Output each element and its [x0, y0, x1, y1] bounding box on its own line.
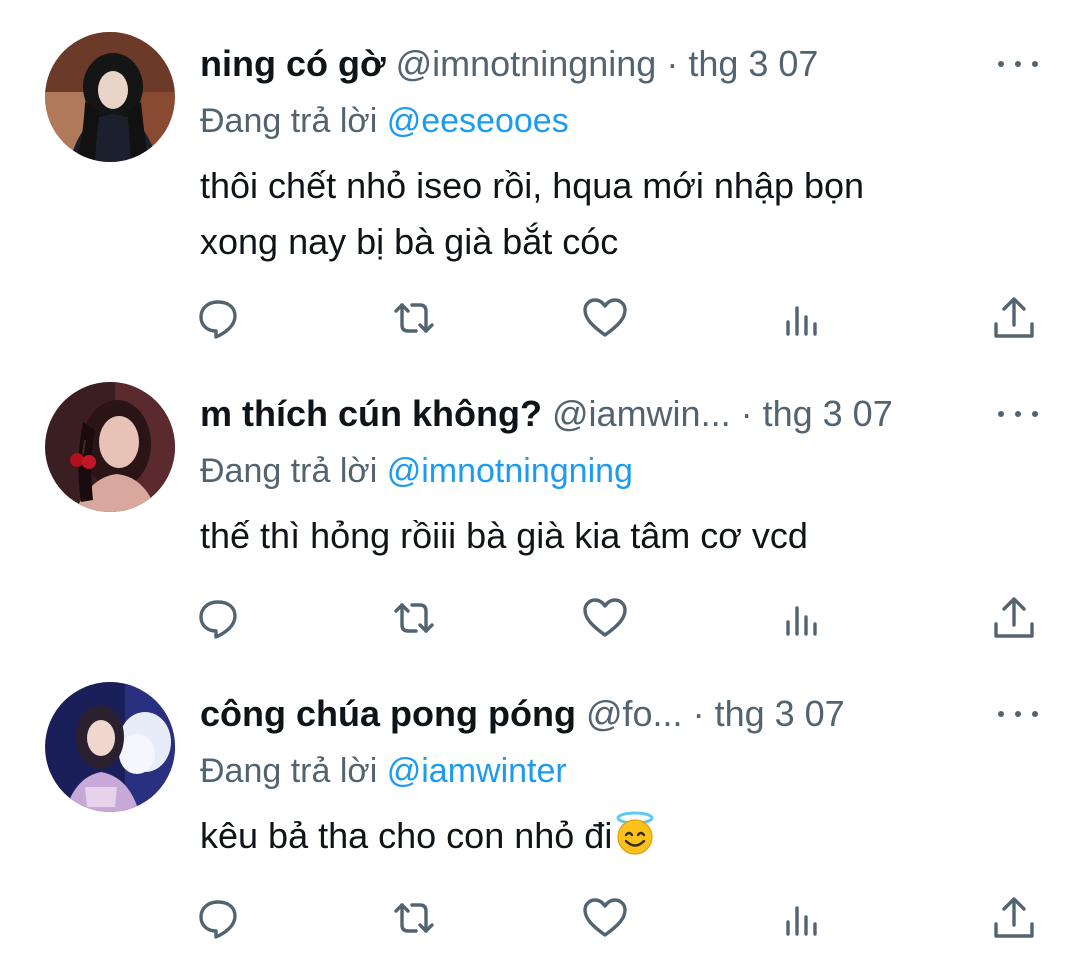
tweet-1[interactable]: ning có gờ @imnotningning · thg 3 07 Đan… [0, 0, 1080, 339]
retweet-icon[interactable] [390, 294, 438, 342]
action-bar [0, 0, 1080, 339]
tweet-2[interactable]: m thích cún không? @iamwin... · thg 3 07… [0, 350, 1080, 650]
retweet-icon[interactable] [390, 894, 438, 942]
like-icon[interactable] [581, 294, 629, 342]
like-icon[interactable] [581, 894, 629, 942]
retweet-icon[interactable] [390, 594, 438, 642]
tweet-3[interactable]: công chúa pong póng @fo... · thg 3 07 Đa… [0, 650, 1080, 950]
views-icon[interactable] [778, 896, 826, 944]
share-icon[interactable] [990, 294, 1038, 342]
share-icon[interactable] [990, 894, 1038, 942]
reply-icon[interactable] [194, 894, 242, 942]
like-icon[interactable] [581, 594, 629, 642]
views-icon[interactable] [778, 596, 826, 644]
action-bar [0, 350, 1080, 650]
views-icon[interactable] [778, 296, 826, 344]
reply-icon[interactable] [194, 294, 242, 342]
share-icon[interactable] [990, 594, 1038, 642]
action-bar [0, 650, 1080, 950]
reply-icon[interactable] [194, 594, 242, 642]
